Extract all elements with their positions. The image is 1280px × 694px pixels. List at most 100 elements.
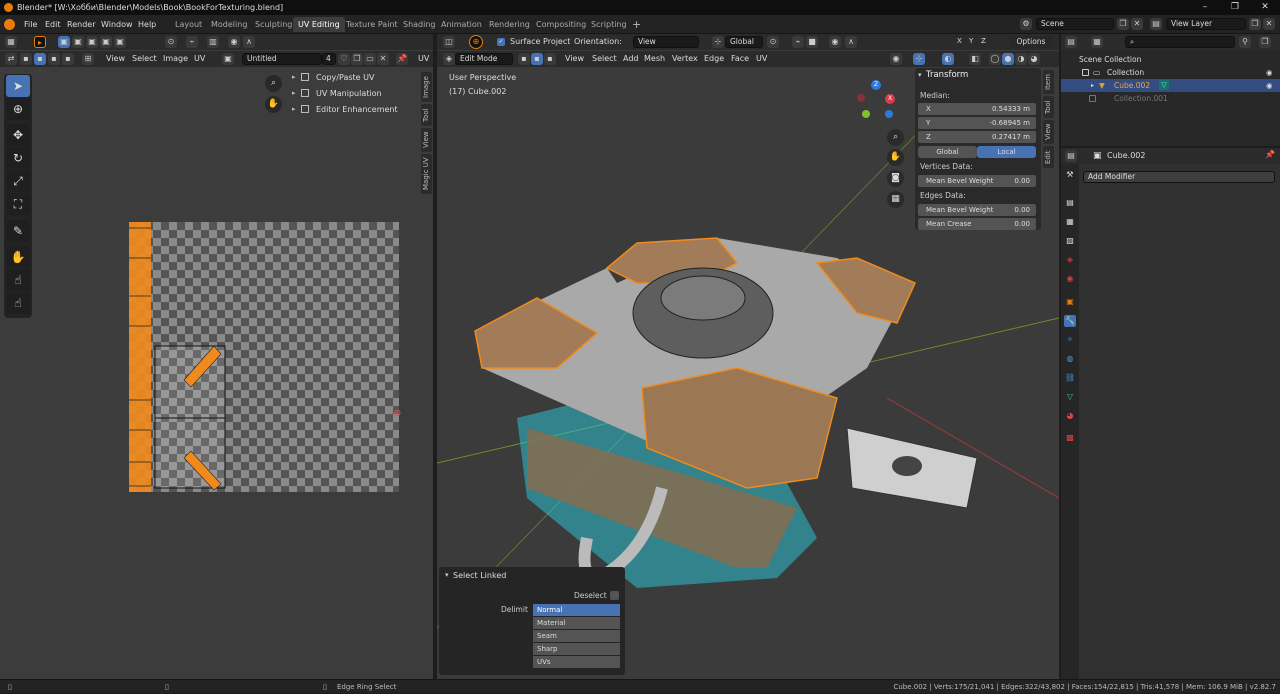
zoom-icon[interactable]: ⌕	[265, 75, 282, 92]
select-subtract-icon[interactable]: ▣	[86, 36, 98, 48]
vertex-select-mode-icon[interactable]: ▪	[518, 53, 530, 65]
tab-viewport-tool[interactable]: Tool	[1043, 96, 1054, 118]
proportional-edit-icon[interactable]: ◉	[829, 36, 841, 48]
navigation-gizmo[interactable]: Z X	[857, 80, 907, 130]
editor-type-icon[interactable]: ▦	[5, 36, 17, 48]
minimize-icon[interactable]: –	[1190, 0, 1220, 15]
render-properties-icon[interactable]: ▤	[1064, 197, 1076, 209]
tab-tool[interactable]: Tool	[421, 104, 432, 126]
constraints-properties-icon[interactable]: ⛓	[1064, 372, 1076, 384]
tab-layout[interactable]: Layout	[170, 17, 207, 32]
outliner-search-input[interactable]: ⌕	[1125, 36, 1235, 48]
select-intersect-icon[interactable]: ▣	[114, 36, 126, 48]
surface-project-checkbox[interactable]: ✓	[497, 38, 505, 46]
xray-icon[interactable]: ◧	[969, 53, 981, 65]
new-view-layer-icon[interactable]: ❐	[1249, 18, 1261, 30]
checkbox-icon[interactable]	[1082, 69, 1089, 76]
tool-move-icon[interactable]: ✥	[6, 124, 30, 146]
edge-select-mode-icon[interactable]: ▪	[531, 53, 543, 65]
uv-island-select-icon[interactable]: ▪	[62, 53, 74, 65]
tab-uv-editing[interactable]: UV Editing	[293, 17, 345, 32]
falloff-icon[interactable]: ∧	[243, 36, 255, 48]
tool-select-icon[interactable]: ➤	[6, 75, 30, 97]
viewport-zoom-icon[interactable]: ⌕	[887, 129, 904, 146]
uv-edge-select-icon[interactable]: ▪	[34, 53, 46, 65]
overlays-icon[interactable]: ◐	[942, 53, 954, 65]
texture-properties-icon[interactable]: ▩	[1064, 432, 1076, 444]
viewport-menu-mesh[interactable]: Mesh	[644, 51, 665, 67]
rendered-shading-icon[interactable]: ◕	[1028, 53, 1040, 65]
mode-dropdown[interactable]: Edit Mode	[455, 53, 513, 65]
menu-window[interactable]: Window	[101, 15, 133, 34]
menu-file[interactable]: File	[24, 15, 37, 34]
tool-scale-icon[interactable]: ⤢	[6, 170, 30, 192]
view-layer-properties-icon[interactable]: ▧	[1064, 235, 1076, 247]
cursor-tool-icon[interactable]: ⊕	[469, 35, 483, 49]
open-image-icon[interactable]: ▭	[364, 53, 376, 65]
outliner-row-cube-002[interactable]: ▸ ▼ Cube.002 ▽ ◉	[1061, 79, 1280, 92]
visibility-icon[interactable]: ◉	[890, 53, 902, 65]
select-extend-icon[interactable]: ▣	[72, 36, 84, 48]
add-modifier-dropdown[interactable]: Add Modifier	[1083, 171, 1275, 183]
wireframe-shading-icon[interactable]: ◯	[989, 53, 1001, 65]
delimit-uvs-option[interactable]: UVs	[533, 656, 620, 668]
tab-view[interactable]: View	[421, 128, 432, 152]
options-dropdown[interactable]: Options	[1009, 36, 1053, 48]
viewport-menu-vertex[interactable]: Vertex	[672, 51, 698, 67]
properties-editor-type-icon[interactable]: ▤	[1065, 150, 1077, 162]
gizmo-neg-y-icon[interactable]	[862, 110, 870, 118]
median-x-field[interactable]: X 0.54333 m	[918, 103, 1036, 115]
add-workspace-icon[interactable]: +	[632, 18, 641, 31]
display-mode-icon[interactable]: ▦	[1091, 36, 1103, 48]
select-invert-icon[interactable]: ▣	[100, 36, 112, 48]
sticky-mode-icon[interactable]: ⊞	[82, 53, 94, 65]
image-users-count[interactable]: 4	[322, 53, 336, 65]
median-z-field[interactable]: Z 0.27417 m	[918, 131, 1036, 143]
outliner-row-collection[interactable]: ▭ Collection ◉	[1061, 66, 1280, 79]
gizmo-neg-z-icon[interactable]	[885, 110, 893, 118]
tool-pinch-icon[interactable]: ☝	[6, 292, 30, 314]
particles-properties-icon[interactable]: ✧	[1064, 334, 1076, 346]
uv-menu-image[interactable]: Image	[163, 51, 188, 67]
delete-view-layer-icon[interactable]: ✕	[1263, 18, 1275, 30]
tool-rotate-icon[interactable]: ↻	[6, 147, 30, 169]
view-layer-icon[interactable]: ▤	[1150, 18, 1162, 30]
pan-icon[interactable]: ✋	[265, 96, 282, 113]
vertex-mean-bevel-weight-field[interactable]: Mean Bevel Weight 0.00	[918, 175, 1036, 187]
viewport-menu-face[interactable]: Face	[731, 51, 749, 67]
uv-menu-uv[interactable]: UV	[194, 51, 205, 67]
snap-icon[interactable]: ⌁	[186, 36, 198, 48]
uv-canvas[interactable]	[129, 222, 399, 492]
mirror-z-toggle[interactable]: Z	[981, 37, 986, 45]
global-button[interactable]: Global	[918, 146, 977, 158]
tab-edit[interactable]: Edit	[1043, 146, 1054, 168]
solid-shading-icon[interactable]: ●	[1002, 53, 1014, 65]
tab-viewport-view[interactable]: View	[1043, 120, 1054, 144]
outliner-editor-type-icon[interactable]: ▤	[1065, 36, 1077, 48]
uv-menu-select[interactable]: Select	[132, 51, 157, 67]
material-shading-icon[interactable]: ◑	[1015, 53, 1027, 65]
local-button[interactable]: Local	[977, 146, 1036, 158]
eye-icon[interactable]: ◉	[1266, 79, 1273, 92]
maximize-icon[interactable]: ❐	[1220, 0, 1250, 15]
unlink-image-icon[interactable]: ✕	[377, 53, 389, 65]
tab-animation[interactable]: Animation	[436, 17, 487, 32]
menu-help[interactable]: Help	[138, 15, 156, 34]
outliner-row-collection-001[interactable]: Collection.001	[1061, 92, 1280, 105]
chevron-right-icon[interactable]: ▸	[1091, 79, 1094, 92]
gizmo-z-icon[interactable]: Z	[871, 80, 881, 90]
orientation-dropdown[interactable]: View	[633, 36, 699, 48]
pivot-point-icon[interactable]: ⊙	[767, 36, 779, 48]
mesh-data-properties-icon[interactable]: ▽	[1064, 391, 1076, 403]
mirror-y-toggle[interactable]: Y	[969, 37, 973, 45]
tool-grab-icon[interactable]: ✋	[6, 246, 30, 268]
image-name-field[interactable]: Untitled	[242, 53, 322, 65]
delimit-material-option[interactable]: Material	[533, 617, 620, 629]
tab-rendering[interactable]: Rendering	[484, 17, 535, 32]
transform-orientation-icon[interactable]: ⊹	[712, 36, 724, 48]
addon-uv-manipulation[interactable]: ▸ UV Manipulation	[290, 86, 418, 101]
tab-compositing[interactable]: Compositing	[531, 17, 591, 32]
delimit-sharp-option[interactable]: Sharp	[533, 643, 620, 655]
view-layer-field[interactable]: View Layer	[1166, 18, 1246, 30]
delimit-normal-option[interactable]: Normal	[533, 604, 620, 616]
